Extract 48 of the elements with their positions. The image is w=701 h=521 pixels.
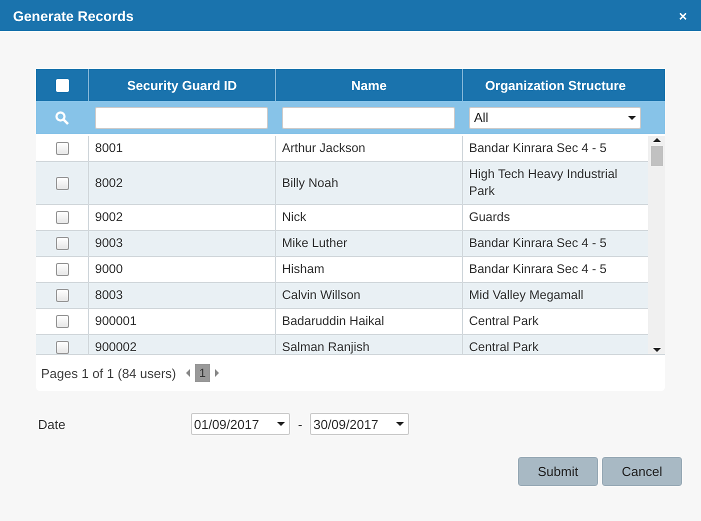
table-cell: 9000: [88, 257, 275, 282]
window-title: Generate Records: [13, 8, 134, 24]
scrollbar[interactable]: [648, 136, 665, 354]
table-cell: 900002: [88, 335, 275, 354]
row-checkbox[interactable]: [56, 237, 68, 250]
next-page-icon: [214, 369, 219, 377]
row-checkbox[interactable]: [56, 176, 68, 190]
table-cell: Billy Noah: [275, 162, 462, 204]
table-cell: Mike Luther: [275, 231, 462, 256]
id-filter-field[interactable]: [95, 106, 268, 128]
scrollbar-thumb[interactable]: [650, 146, 662, 166]
close-button[interactable]: ×: [678, 8, 687, 24]
table-cell: Hisham: [275, 257, 462, 282]
table-cell: 8002: [88, 162, 275, 204]
caret-icon: [277, 422, 285, 426]
page-button[interactable]: 1: [195, 364, 210, 382]
row-checkbox[interactable]: [56, 211, 68, 224]
table-cell: Salman Ranjish: [275, 335, 462, 354]
name-filter-field[interactable]: [282, 106, 455, 128]
date-separator: -: [298, 416, 302, 432]
date-label: Date: [37, 416, 66, 432]
pager-summary: Pages 1 of 1 (84 users): [41, 366, 176, 380]
table-cell: Arthur Jackson: [275, 136, 462, 161]
from-date-dropdown[interactable]: 01/09/2017: [191, 413, 290, 435]
table-cell: Badaruddin Haikal: [275, 309, 462, 334]
submit-button[interactable]: Submit: [518, 457, 598, 486]
scroll-down-icon: [652, 348, 660, 352]
scroll-up-icon: [652, 138, 660, 142]
row-checkbox[interactable]: [56, 289, 68, 302]
previous-page-icon: [186, 369, 190, 377]
table-cell: 9002: [88, 205, 275, 230]
caret-icon: [628, 116, 636, 120]
to-date-dropdown[interactable]: 30/09/2017: [310, 413, 410, 435]
table-cell: 8001: [88, 136, 275, 161]
row-checkbox[interactable]: [56, 263, 68, 276]
table-cell: 9003: [88, 231, 275, 256]
caret-icon: [396, 422, 404, 426]
row-checkbox[interactable]: [56, 142, 68, 155]
select-all-checkbox[interactable]: [56, 78, 68, 92]
row-checkbox[interactable]: [56, 341, 68, 354]
row-checkbox[interactable]: [56, 315, 68, 328]
table-cell: Nick: [275, 205, 462, 230]
table-cell: Calvin Willson: [275, 283, 462, 308]
table-cell: 900001: [88, 309, 275, 334]
cancel-button[interactable]: Cancel: [602, 457, 682, 486]
search-icon[interactable]: [55, 110, 69, 124]
table-cell: 8003: [88, 283, 275, 308]
organization-filter-dropdown[interactable]: All: [469, 106, 641, 128]
